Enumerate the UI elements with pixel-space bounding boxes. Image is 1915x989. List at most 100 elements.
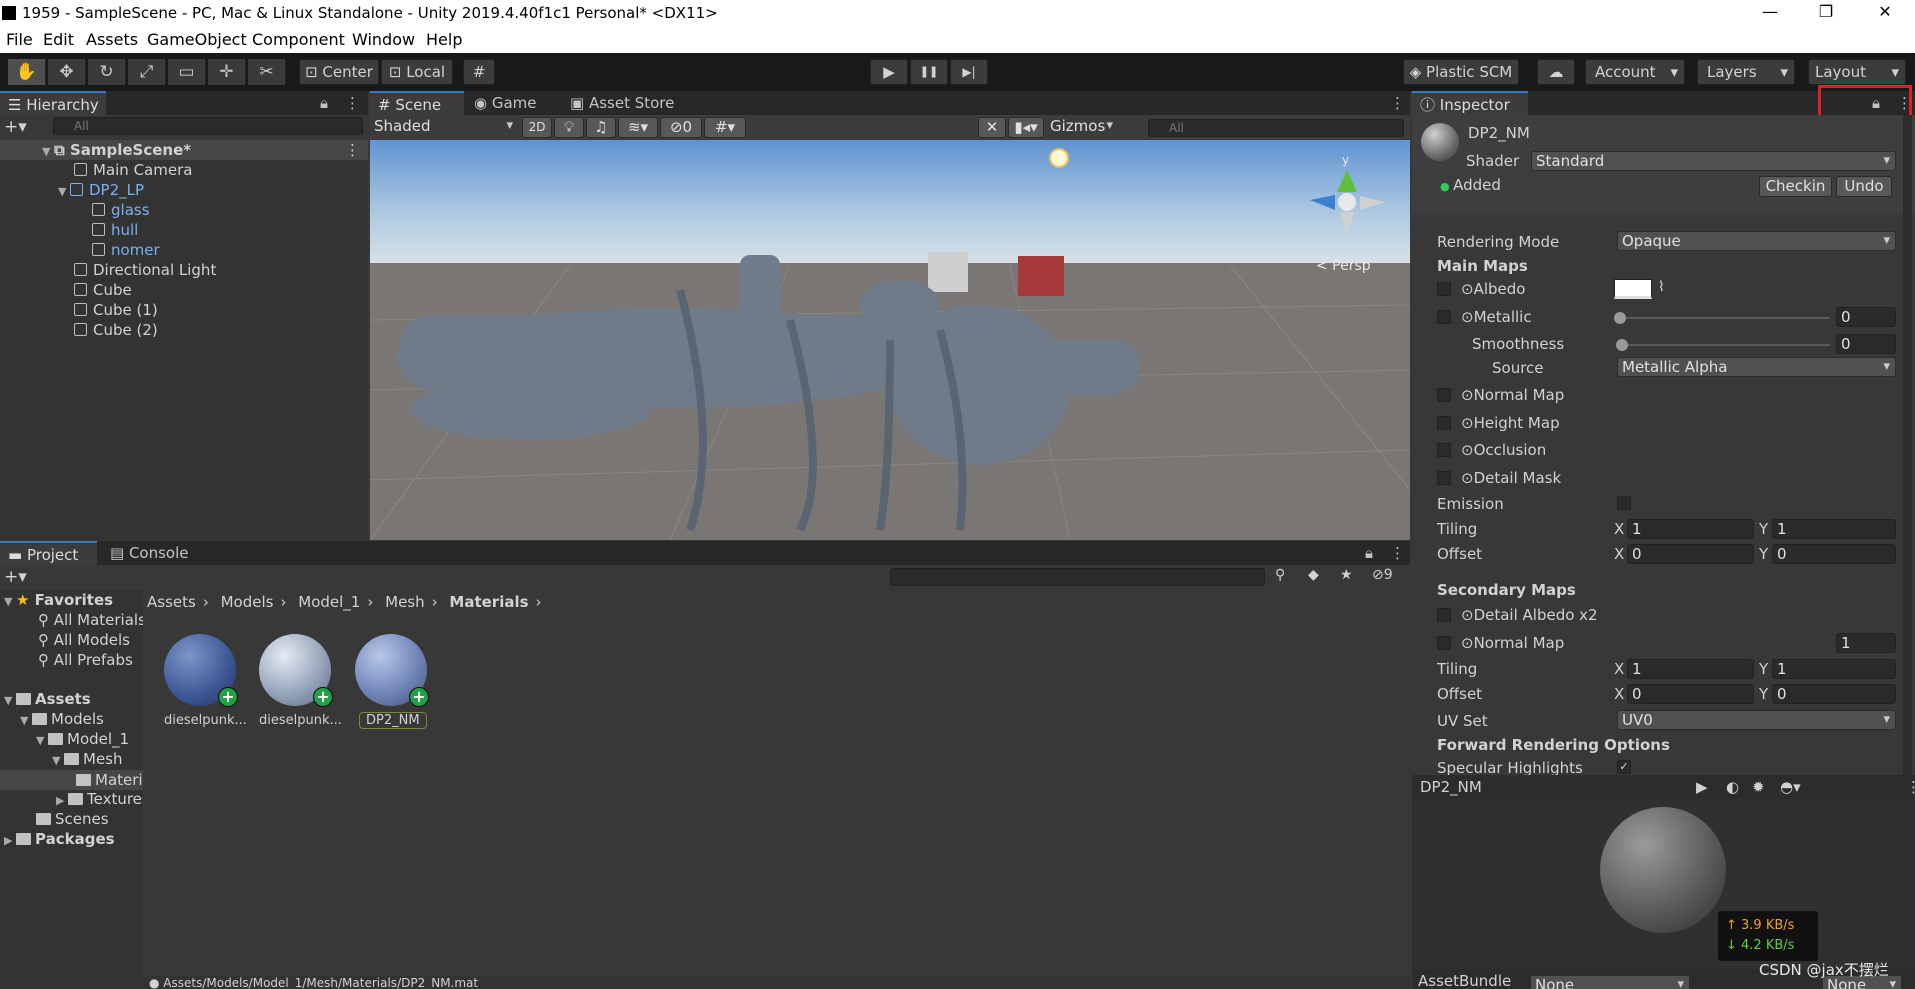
eyedropper-icon[interactable]: ⌇ xyxy=(1658,279,1665,295)
hierarchy-item[interactable]: Directional Light xyxy=(74,261,216,281)
hierarchy-item[interactable]: nomer xyxy=(92,241,160,261)
preview-area[interactable]: ↑ 3.9 KB/s ↓ 4.2 KB/s xyxy=(1412,799,1915,969)
create-icon[interactable]: +▾ xyxy=(4,567,27,587)
metallic-value-field[interactable]: 0 xyxy=(1836,307,1896,327)
tiling2-y-field[interactable]: 1 xyxy=(1772,659,1896,679)
minimize-button[interactable]: — xyxy=(1747,2,1793,24)
rendering-mode-dropdown[interactable]: Opaque xyxy=(1617,231,1896,251)
plastic-scm-button[interactable]: ◈ Plastic SCM xyxy=(1403,59,1519,85)
normal-scale-field[interactable]: 1 xyxy=(1836,633,1896,653)
favorite-star-icon[interactable]: ★ xyxy=(1340,567,1353,583)
smoothness-value-field[interactable]: 0 xyxy=(1836,334,1896,354)
smoothness-slider-track[interactable] xyxy=(1622,344,1830,346)
grid-toggle-icon[interactable]: #▾ xyxy=(704,117,746,138)
tab-hierarchy[interactable]: ☰ Hierarchy xyxy=(0,91,106,115)
offset-y-field[interactable]: 0 xyxy=(1772,544,1896,564)
asset-tile-selected[interactable]: + DP2_NM xyxy=(353,632,433,732)
offset2-y-field[interactable]: 0 xyxy=(1772,684,1896,704)
tiling2-x-field[interactable]: 1 xyxy=(1627,659,1754,679)
detail-mask-slot[interactable] xyxy=(1437,471,1451,485)
hierarchy-item[interactable]: hull xyxy=(92,221,138,241)
tools-icon[interactable]: ✕ xyxy=(978,117,1006,138)
scene-search-input[interactable]: All xyxy=(1148,119,1404,137)
scene-item[interactable]: ▼ ⧉ SampleScene* xyxy=(42,141,191,161)
account-dropdown[interactable]: Account ▾ xyxy=(1585,59,1685,85)
breadcrumb-item[interactable]: Model_1 xyxy=(298,593,360,611)
scenes-folder[interactable]: Scenes xyxy=(36,810,109,830)
mesh-folder[interactable]: ▼ Mesh xyxy=(52,750,123,770)
detail-albedo-slot[interactable] xyxy=(1437,608,1451,622)
transform-tool-icon[interactable]: ✛ xyxy=(208,59,246,85)
cloud-icon[interactable]: ☁ xyxy=(1537,59,1575,85)
hand-tool-icon[interactable]: ✋ xyxy=(8,59,46,85)
layout-dropdown[interactable]: Layout ▾ xyxy=(1808,59,1906,85)
more-icon[interactable]: ⋮ xyxy=(1390,541,1405,565)
move-tool-icon[interactable]: ✥ xyxy=(48,59,86,85)
toggle-2d-button[interactable]: 2D xyxy=(522,117,552,138)
pause-button[interactable]: ❚❚ xyxy=(910,59,948,85)
camera-icon[interactable]: ▮◂▾ xyxy=(1008,117,1044,138)
more-icon[interactable]: ⋮ xyxy=(1390,91,1405,115)
effects-icon[interactable]: ≋▾ xyxy=(618,117,658,138)
metallic-slider-track[interactable] xyxy=(1620,317,1830,319)
more-icon[interactable]: ⋮ xyxy=(345,91,360,115)
favorite-item[interactable]: ⚲ All Prefabs xyxy=(38,651,133,671)
breadcrumb-item[interactable]: Assets xyxy=(147,593,196,611)
scene-menu-icon[interactable]: ⋮ xyxy=(345,141,360,159)
filter-label-icon[interactable]: ◆ xyxy=(1308,567,1319,583)
checkin-button[interactable]: Checkin xyxy=(1759,176,1832,197)
hierarchy-item[interactable]: Cube xyxy=(74,281,132,301)
breadcrumb-item[interactable]: Models xyxy=(221,593,274,611)
gizmos-dropdown[interactable]: Gizmos xyxy=(1046,117,1118,137)
smoothness-slider-knob[interactable] xyxy=(1616,339,1628,351)
menu-file[interactable]: File xyxy=(6,30,33,49)
step-button[interactable]: ▶| xyxy=(950,59,988,85)
hierarchy-item[interactable]: Cube (1) xyxy=(74,301,158,321)
lock-icon[interactable]: 🔒︎ xyxy=(1365,541,1373,565)
favorite-item[interactable]: ⚲ All Models xyxy=(38,631,130,651)
menu-component[interactable]: Component xyxy=(252,30,345,49)
assetbundle-dropdown[interactable]: None xyxy=(1530,975,1690,989)
specular-checkbox[interactable]: ✓ xyxy=(1617,760,1631,774)
tab-project[interactable]: ▬ Project xyxy=(0,541,97,565)
tab-inspector[interactable]: ⓘ Inspector xyxy=(1412,91,1528,115)
tab-game[interactable]: ◉ Game xyxy=(474,91,537,115)
model1-folder[interactable]: ▼ Model_1 xyxy=(36,730,129,750)
preview-light-icon[interactable]: ✹ xyxy=(1752,778,1765,796)
tab-asset-store[interactable]: ▣ Asset Store xyxy=(570,91,674,115)
filter-type-icon[interactable]: ⚲ xyxy=(1275,567,1285,583)
custom-tool-icon[interactable]: ✂ xyxy=(248,59,286,85)
hidden-packages-toggle[interactable]: ⊘9 xyxy=(1372,567,1393,583)
favorites-item[interactable]: ▼ ★ Favorites xyxy=(4,591,113,611)
assets-folder[interactable]: ▼ Assets xyxy=(4,690,91,710)
pivot-center-button[interactable]: ⊡ Center xyxy=(299,59,379,85)
menu-gameobject[interactable]: GameObject xyxy=(147,30,247,49)
uv-set-dropdown[interactable]: UV0 xyxy=(1617,710,1896,730)
undo-button[interactable]: Undo xyxy=(1836,176,1892,197)
hierarchy-item[interactable]: glass xyxy=(92,201,150,221)
add-icon[interactable]: +▾ xyxy=(4,117,27,137)
offset-x-field[interactable]: 0 xyxy=(1627,544,1754,564)
preview-sphere-icon[interactable]: ◓▾ xyxy=(1780,778,1801,796)
height-map-slot[interactable] xyxy=(1437,416,1451,430)
rect-tool-icon[interactable]: ▭ xyxy=(168,59,206,85)
lock-icon[interactable]: 🔒︎ xyxy=(320,91,328,115)
lighting-icon[interactable]: 💡︎ xyxy=(554,117,584,138)
maximize-button[interactable]: ❐ xyxy=(1803,2,1849,24)
models-folder[interactable]: ▼ Models xyxy=(20,710,104,730)
shading-dropdown[interactable]: Shaded xyxy=(370,117,518,137)
audio-icon[interactable]: ♫ xyxy=(586,117,616,138)
shader-dropdown[interactable]: Standard xyxy=(1531,151,1896,171)
breadcrumb-item[interactable]: Mesh xyxy=(385,593,425,611)
tiling-x-field[interactable]: 1 xyxy=(1627,519,1754,539)
preview-mesh-icon[interactable]: ◐ xyxy=(1726,778,1739,796)
materials-folder[interactable]: Materials xyxy=(76,771,143,791)
grid-snap-icon[interactable]: # xyxy=(463,59,495,85)
packages-folder[interactable]: ▶ Packages xyxy=(4,830,115,850)
metallic-texture-slot[interactable] xyxy=(1437,310,1451,324)
detail-normal-slot[interactable] xyxy=(1437,636,1451,650)
more-icon[interactable]: ⋮ xyxy=(1906,778,1915,796)
rotate-tool-icon[interactable]: ↻ xyxy=(88,59,126,85)
asset-tile[interactable]: + dieselpunk... xyxy=(257,632,342,732)
albedo-texture-slot[interactable] xyxy=(1437,282,1451,296)
